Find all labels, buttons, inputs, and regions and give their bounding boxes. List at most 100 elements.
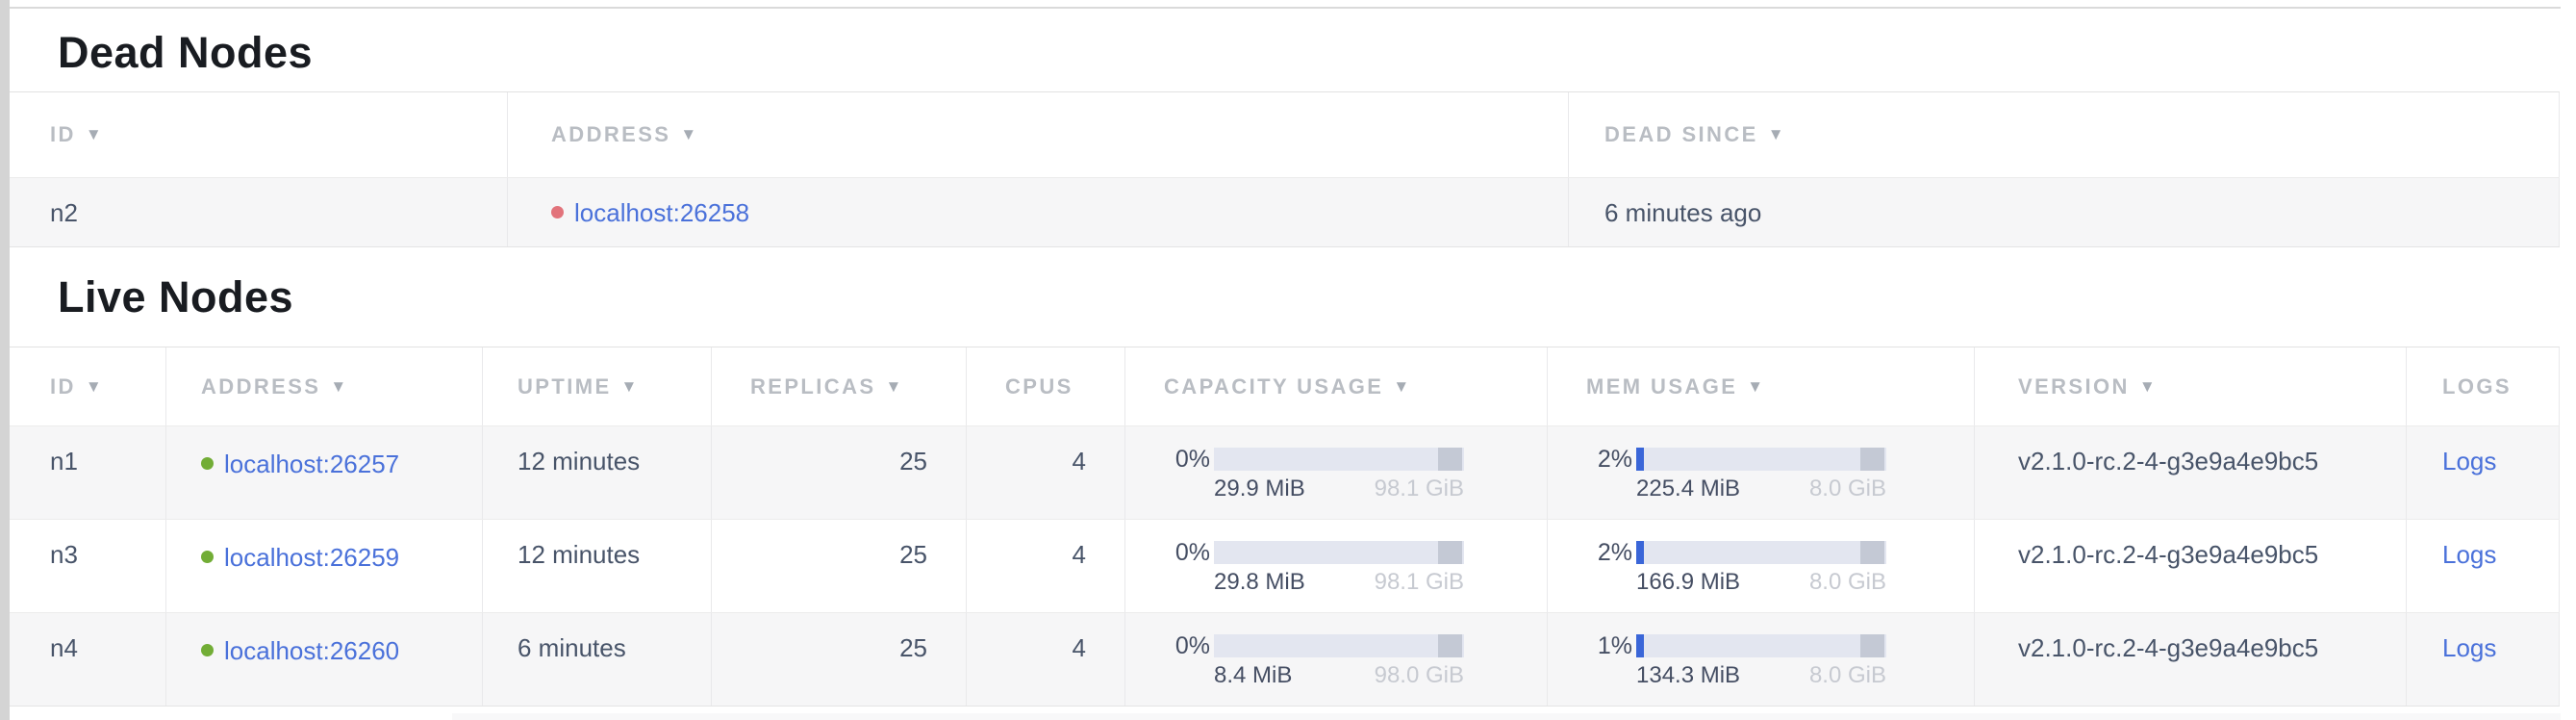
capacity-total-value: 98.0 GiB	[1375, 663, 1464, 688]
sort-desc-icon: ▼	[885, 377, 901, 397]
dead-column-header-address[interactable]: ADDRESS ▼	[508, 92, 1569, 177]
node-uptime-cell: 12 minutes	[483, 520, 712, 612]
column-label: ID	[50, 374, 76, 399]
node-replicas-cell: 25	[712, 520, 967, 612]
dead-nodes-title-block: Dead Nodes	[10, 9, 2561, 91]
live-column-header-capacity-usage[interactable]: CAPACITY USAGE ▼	[1125, 347, 1548, 425]
node-capacity-usage-cell: 0% 8.4 MiB 98.0 GiB	[1125, 613, 1548, 706]
node-address-link[interactable]: localhost:26258	[574, 198, 749, 227]
live-node-row: n3 localhost:26259 12 minutes 25 4 0%	[10, 520, 2560, 613]
node-address-cell: localhost:26257	[166, 426, 483, 519]
node-version-cell: v2.1.0-rc.2-4-g3e9a4e9bc5	[1975, 520, 2407, 612]
capacity-values-row: 8.4 MiB 98.0 GiB	[1214, 663, 1464, 688]
sort-desc-icon: ▼	[1768, 125, 1784, 144]
node-uptime-cell: 12 minutes	[483, 426, 712, 519]
dead-since-cell: 6 minutes ago	[1569, 178, 2560, 246]
mem-percent-label: 2%	[1548, 445, 1632, 474]
node-address-link[interactable]: localhost:26260	[224, 636, 399, 665]
live-column-header-mem-usage[interactable]: MEM USAGE ▼	[1548, 347, 1975, 425]
sort-desc-icon: ▼	[621, 377, 638, 397]
live-nodes-title-block: Live Nodes	[10, 247, 2561, 347]
bar-end-cap	[1438, 541, 1462, 564]
node-mem-usage-cell: 2% 166.9 MiB 8.0 GiB	[1548, 520, 1975, 612]
dead-column-header-dead-since[interactable]: DEAD SINCE ▼	[1569, 92, 2560, 177]
column-label: ID	[50, 122, 76, 147]
capacity-values-row: 29.8 MiB 98.1 GiB	[1214, 570, 1464, 595]
bar-end-cap	[1438, 448, 1462, 471]
node-cpus-cell: 4	[967, 426, 1125, 519]
node-logs-cell: Logs	[2407, 613, 2560, 706]
live-column-header-uptime[interactable]: UPTIME ▼	[483, 347, 712, 425]
dead-nodes-header-row: ID ▼ ADDRESS ▼ DEAD SINCE ▼	[10, 91, 2560, 178]
capacity-bar-chart	[1214, 541, 1464, 564]
live-column-header-logs: LOGS	[2407, 347, 2560, 425]
mem-bar-fill	[1636, 541, 1644, 564]
live-nodes-table: ID ▼ ADDRESS ▼ UPTIME ▼ REPLICAS ▼ CPUS	[10, 347, 2560, 707]
node-cpus-cell: 4	[967, 613, 1125, 706]
capacity-percent-label: 0%	[1125, 538, 1210, 567]
node-address-link[interactable]: localhost:26257	[224, 450, 399, 478]
mem-used-value: 134.3 MiB	[1636, 663, 1740, 688]
node-id-cell: n2	[10, 178, 508, 246]
sort-desc-icon: ▼	[680, 125, 696, 144]
node-mem-usage-cell: 2% 225.4 MiB 8.0 GiB	[1548, 426, 1975, 519]
mem-bar-row: 2%	[1548, 540, 1974, 564]
node-live-dot-icon	[201, 551, 214, 563]
address-wrap: localhost:26258	[551, 198, 749, 227]
live-column-header-version[interactable]: VERSION ▼	[1975, 347, 2407, 425]
capacity-bar-chart	[1214, 634, 1464, 657]
node-logs-link[interactable]: Logs	[2442, 447, 2496, 476]
sort-desc-icon: ▼	[86, 125, 102, 144]
page-left-gutter	[0, 0, 10, 720]
live-column-header-replicas[interactable]: REPLICAS ▼	[712, 347, 967, 425]
live-column-header-address[interactable]: ADDRESS ▼	[166, 347, 483, 425]
column-label: CPUS	[1005, 374, 1073, 399]
capacity-bar-row: 0%	[1125, 633, 1547, 657]
dead-node-row: n2 localhost:26258 6 minutes ago	[10, 178, 2560, 247]
capacity-percent-label: 0%	[1125, 631, 1210, 660]
node-logs-cell: Logs	[2407, 520, 2560, 612]
live-node-row: n4 localhost:26260 6 minutes 25 4 0%	[10, 613, 2560, 707]
dead-column-header-id[interactable]: ID ▼	[10, 92, 508, 177]
node-address-cell: localhost:26258	[508, 178, 1569, 246]
address-wrap: localhost:26257	[201, 450, 399, 478]
node-address-cell: localhost:26260	[166, 613, 483, 706]
mem-used-value: 166.9 MiB	[1636, 570, 1740, 595]
node-address-link[interactable]: localhost:26259	[224, 543, 399, 572]
mem-total-value: 8.0 GiB	[1809, 476, 1886, 501]
node-replicas-cell: 25	[712, 426, 967, 519]
capacity-bar-chart	[1214, 448, 1464, 471]
node-mem-usage-cell: 1% 134.3 MiB 8.0 GiB	[1548, 613, 1975, 706]
nodes-overview-panel: Dead Nodes ID ▼ ADDRESS ▼ DEAD SINCE ▼ n…	[10, 7, 2561, 707]
column-label: DEAD SINCE	[1604, 122, 1758, 147]
node-capacity-usage-cell: 0% 29.8 MiB 98.1 GiB	[1125, 520, 1548, 612]
address-wrap: localhost:26260	[201, 636, 399, 665]
mem-bar-fill	[1636, 448, 1644, 471]
capacity-total-value: 98.1 GiB	[1375, 570, 1464, 595]
mem-total-value: 8.0 GiB	[1809, 663, 1886, 688]
node-address-cell: localhost:26259	[166, 520, 483, 612]
capacity-used-value: 29.9 MiB	[1214, 476, 1305, 501]
node-id-cell: n4	[10, 613, 166, 706]
dead-nodes-table: ID ▼ ADDRESS ▼ DEAD SINCE ▼ n2 localho	[10, 91, 2560, 247]
mem-bar-fill	[1636, 634, 1644, 657]
node-id-cell: n1	[10, 426, 166, 519]
live-nodes-header-row: ID ▼ ADDRESS ▼ UPTIME ▼ REPLICAS ▼ CPUS	[10, 347, 2560, 426]
column-label: CAPACITY USAGE	[1164, 374, 1383, 399]
node-logs-link[interactable]: Logs	[2442, 633, 2496, 662]
node-live-dot-icon	[201, 644, 214, 656]
mem-bar-chart	[1636, 634, 1886, 657]
sort-desc-icon: ▼	[330, 377, 346, 397]
column-label: VERSION	[2018, 374, 2130, 399]
mem-bar-row: 1%	[1548, 633, 1974, 657]
mem-bar-row: 2%	[1548, 447, 1974, 471]
column-label: ADDRESS	[551, 122, 670, 147]
sort-desc-icon: ▼	[2139, 377, 2156, 397]
node-logs-link[interactable]: Logs	[2442, 540, 2496, 569]
column-label: LOGS	[2442, 374, 2512, 399]
live-column-header-id[interactable]: ID ▼	[10, 347, 166, 425]
live-nodes-title: Live Nodes	[58, 272, 293, 321]
bar-end-cap	[1860, 634, 1884, 657]
mem-values-row: 166.9 MiB 8.0 GiB	[1636, 570, 1886, 595]
capacity-used-value: 29.8 MiB	[1214, 570, 1305, 595]
